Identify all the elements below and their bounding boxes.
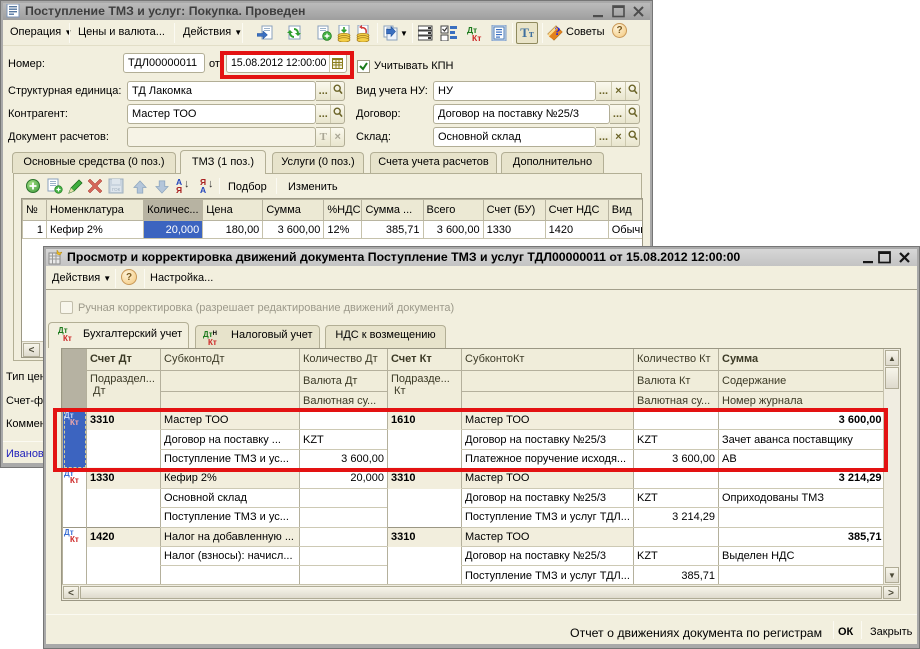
svg-text:ГОК: ГОК bbox=[112, 187, 121, 192]
svg-text:?: ? bbox=[555, 24, 561, 38]
